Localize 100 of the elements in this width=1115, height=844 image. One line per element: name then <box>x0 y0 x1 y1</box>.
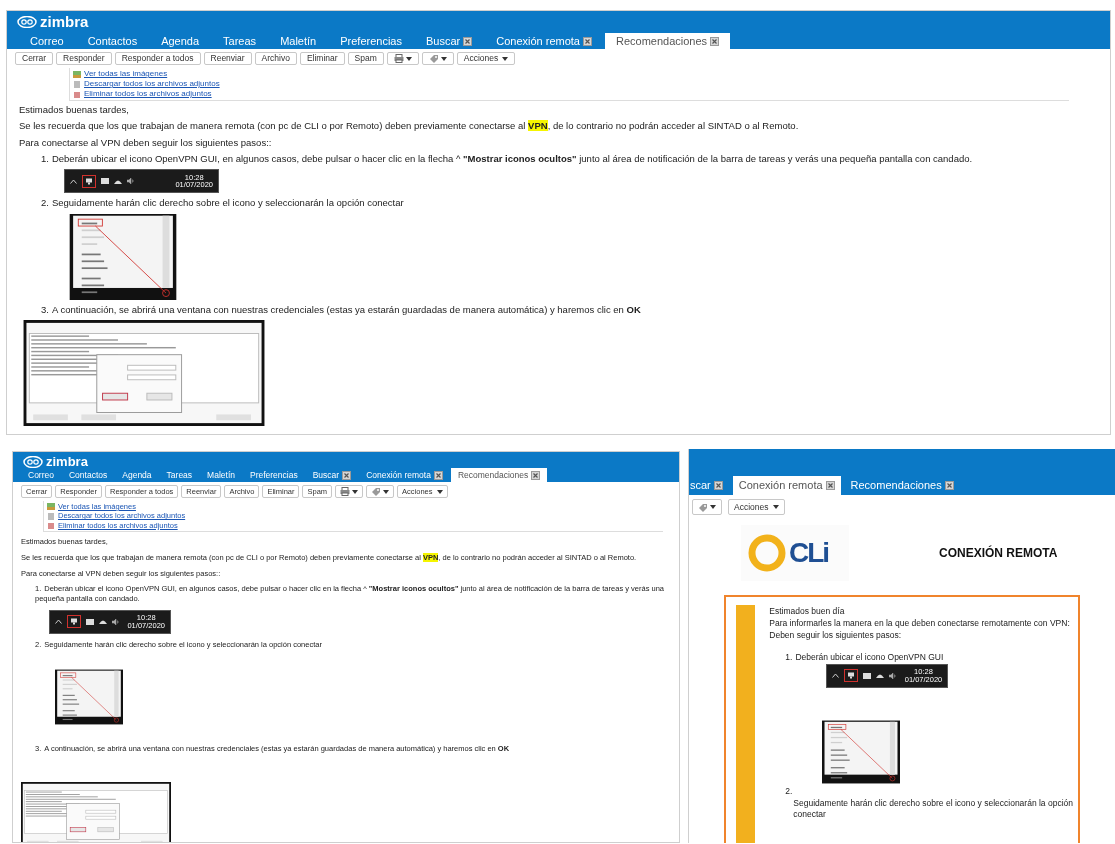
close-icon <box>825 481 835 490</box>
close-icon <box>944 481 954 490</box>
vpn-monitor-icon <box>67 615 81 629</box>
body-paragraph: Estimados buenas tardes, <box>19 104 130 117</box>
tag-icon <box>428 54 439 63</box>
tab[interactable]: Recomendaciones <box>605 33 731 49</box>
battery-icon <box>86 618 94 625</box>
chevron-up-icon <box>55 619 62 625</box>
close-icon <box>531 470 541 480</box>
caret-icon <box>772 505 779 509</box>
printer-icon <box>340 487 351 496</box>
body-line: Para informarles la manera en la que deben conectarse remotamente con VPN: <box>769 617 1071 630</box>
speaker-icon <box>112 618 120 625</box>
step-text: 2. Seguidamente harán clic derecho sobre el icono y seleccionarán la opción conectar <box>40 197 405 210</box>
image-icon <box>47 503 55 511</box>
chevron-up-icon <box>70 178 77 184</box>
step-text: 1. Deberán ubicar el icono OpenVPN GUI <box>785 651 945 664</box>
logo-text: zimbra <box>40 14 89 29</box>
speaker-icon <box>889 672 898 679</box>
logo-text: zimbra <box>46 455 88 468</box>
vpn-monitor-icon <box>82 174 96 188</box>
toolbar-button[interactable]: Responder a todos <box>114 52 201 65</box>
close-icon <box>583 36 592 46</box>
logo-icon <box>17 15 37 28</box>
toolbar-button[interactable]: Responder <box>56 52 112 65</box>
tab[interactable]: Preferencias <box>329 33 413 49</box>
list-number: 2. <box>785 785 793 798</box>
trash-icon <box>47 521 55 529</box>
close-icon <box>433 470 443 480</box>
tab[interactable]: Conexión remota <box>359 468 450 482</box>
battery-icon <box>101 178 109 185</box>
tab[interactable]: Recomendaciones <box>450 468 548 482</box>
attachment-link[interactable]: Eliminar todos los archivos adjuntos <box>84 89 212 99</box>
caret-icon <box>436 489 443 494</box>
logo-icon <box>23 455 43 468</box>
tab[interactable]: Correo <box>21 468 61 482</box>
tab[interactable]: Correo <box>19 33 75 49</box>
tag-icon <box>698 502 708 512</box>
ring-logo-icon <box>747 533 787 573</box>
close-icon <box>710 36 720 46</box>
logo-text: CLi <box>789 539 829 567</box>
attachment-link[interactable]: Descargar todos los archivos adjuntos <box>84 79 220 89</box>
caret-icon <box>383 489 390 494</box>
cloud-icon <box>99 619 107 625</box>
cloud-icon <box>114 178 122 184</box>
caret-icon <box>502 56 509 61</box>
tab[interactable]: Conexión remota <box>485 33 603 49</box>
close-icon <box>342 470 352 480</box>
tab[interactable]: Conexión remota <box>732 476 841 495</box>
chevron-up-icon <box>832 673 840 679</box>
tag-menu-button[interactable] <box>366 485 395 498</box>
caret-icon <box>405 56 412 61</box>
actions-menu-button[interactable]: Acciones <box>728 499 785 515</box>
step-text: Seguidamente harán clic derecho sobre el icono y seleccionarán la opción conectar <box>793 797 1074 822</box>
tab[interactable]: Buscar <box>414 33 484 49</box>
tab[interactable]: Agenda <box>150 33 211 49</box>
print-menu-button[interactable] <box>386 52 419 65</box>
tag-menu-button[interactable] <box>421 52 454 65</box>
body-paragraph: Para conectarse al VPN deben seguir los siguientes pasos:: <box>19 136 273 150</box>
step-text: 3. A continuación, se abrirá una ventana con nuestras credenciales (estas ya estarán guardadas de manera automática) y haremos clic en OK <box>40 303 642 317</box>
toolbar-button[interactable]: Spam <box>347 52 384 65</box>
tab[interactable]: Maletín <box>269 33 328 49</box>
cloud-icon <box>876 673 885 679</box>
tag-icon <box>371 487 382 496</box>
toolbar-button[interactable]: Archivo <box>254 52 297 65</box>
tab[interactable]: Contactos <box>62 468 115 482</box>
print-menu-button[interactable] <box>335 485 364 498</box>
tab[interactable]: Recomendaciones <box>844 476 960 495</box>
body-line: Estimados buen día <box>769 606 846 618</box>
vpn-monitor-icon <box>844 669 859 683</box>
image-icon <box>73 70 81 78</box>
tab[interactable]: Buscar <box>305 468 359 482</box>
tag-menu-button[interactable] <box>692 499 722 515</box>
tab[interactable]: scar <box>689 476 729 495</box>
battery-icon <box>863 672 872 679</box>
tab[interactable]: Agenda <box>115 468 159 482</box>
toolbar-button[interactable]: Reenviar <box>203 52 252 65</box>
printer-icon <box>393 54 404 63</box>
speaker-icon <box>127 178 135 185</box>
caret-icon <box>440 56 447 61</box>
caret-icon <box>710 505 716 509</box>
close-icon <box>463 36 473 46</box>
close-icon <box>713 481 723 490</box>
document-icon <box>47 512 55 520</box>
tab[interactable]: Preferencias <box>242 468 305 482</box>
tab[interactable]: Tareas <box>212 33 268 49</box>
document-icon <box>73 80 81 88</box>
trash-icon <box>73 90 81 98</box>
toolbar-button[interactable]: Cerrar <box>15 52 54 65</box>
actions-menu-button[interactable]: Acciones <box>456 52 516 65</box>
newsletter-title: CONEXIÓN REMOTA <box>939 544 1058 562</box>
tab[interactable]: Tareas <box>159 468 200 482</box>
caret-icon <box>352 489 359 494</box>
body-line: Deben seguir los siguientes pasos: <box>769 629 903 642</box>
body-paragraph: Se les recuerda que los que trabajan de manera remota (con pc de CLI o por Remoto) deben previamente conectarse al VPN, de lo contrario no podrán acceder al SINTAD o al Remoto. <box>19 120 800 133</box>
tab[interactable]: Maletín <box>200 468 242 482</box>
step-text: 1. Deberán ubicar el icono OpenVPN GUI, en algunos casos, debe pulsar o hacer clic en la flecha ^ "Mostrar iconos ocultos" junto al área de notificación de la barra de tareas y verás una pequeña pantalla con candado. <box>40 153 974 166</box>
tab[interactable]: Contactos <box>76 33 149 49</box>
toolbar-button[interactable]: Eliminar <box>299 52 345 65</box>
attachment-link[interactable]: Ver todas las imágenes <box>84 69 168 79</box>
